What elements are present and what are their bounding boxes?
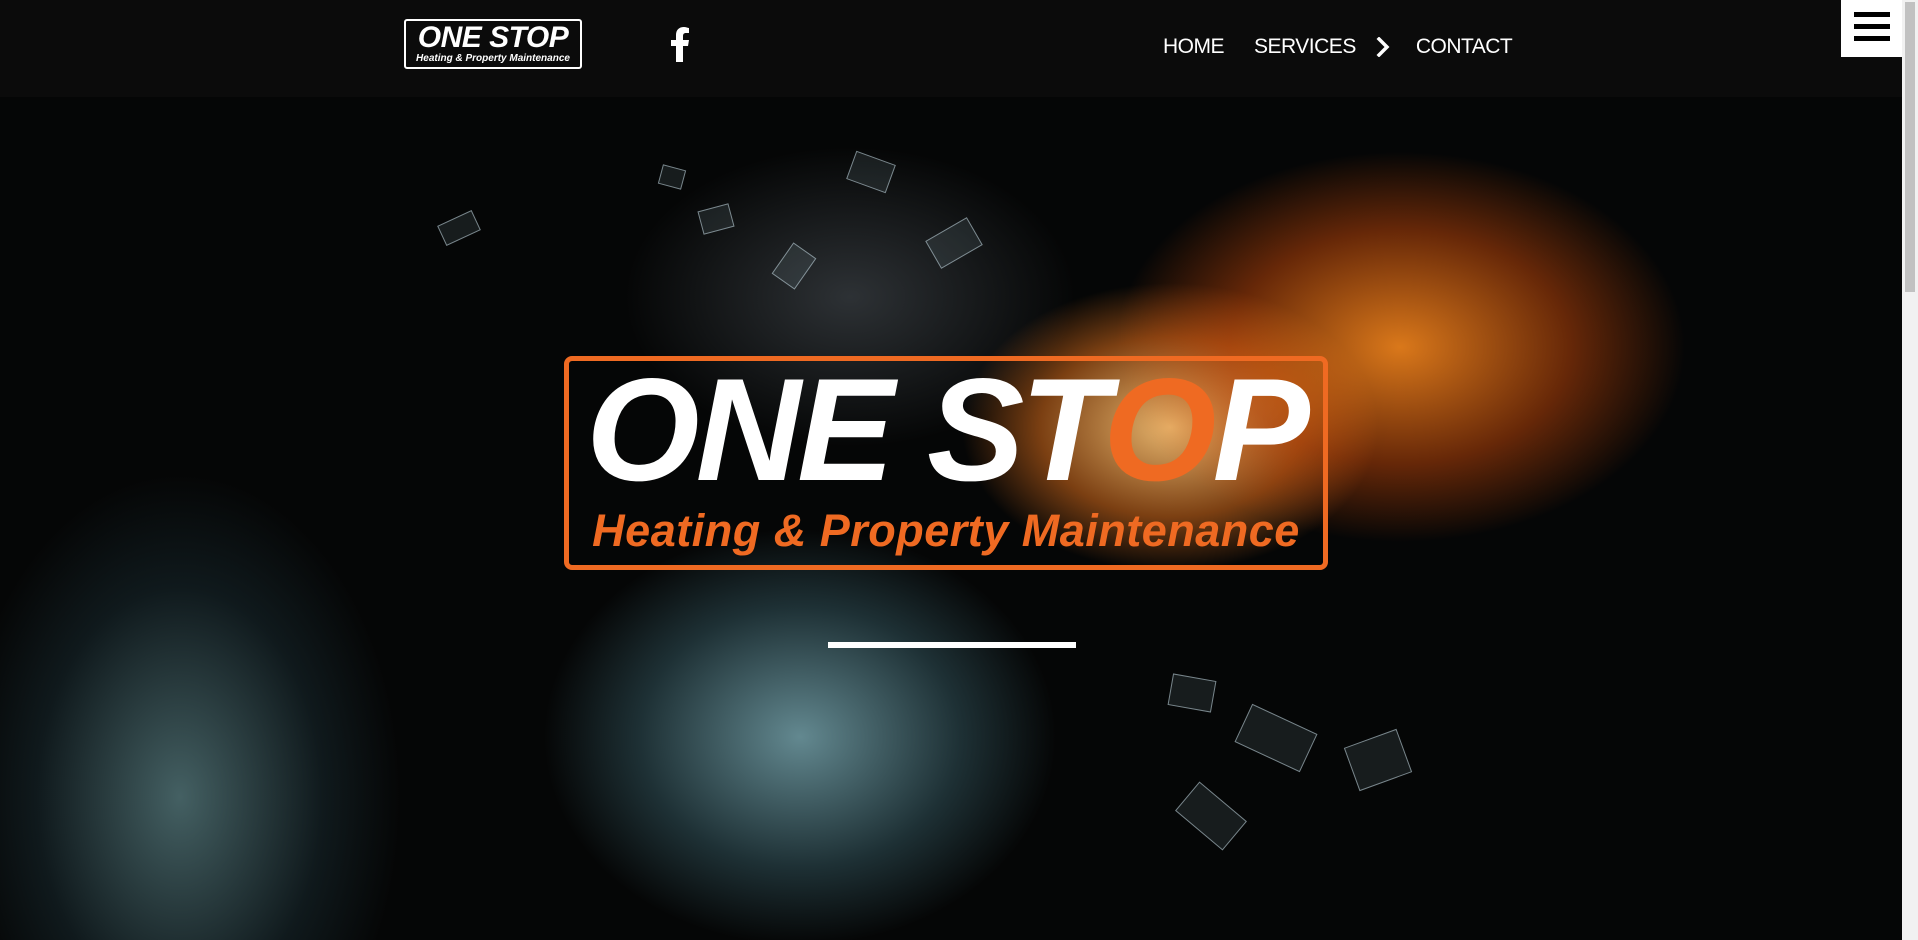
hero-title-part2: P [1212, 348, 1310, 511]
ice-shard [1167, 673, 1217, 713]
hero-logo-tagline: Heating & Property Maintenance [592, 505, 1300, 556]
header-logo[interactable]: ONE STOP Heating & Property Maintenance [404, 19, 582, 69]
scrollbar[interactable] [1902, 0, 1918, 940]
hero-title-part1: ONE ST [586, 348, 1107, 511]
menu-line [1854, 36, 1890, 41]
site-header: ONE STOP Heating & Property Maintenance … [0, 0, 1902, 97]
flame-o-icon: O [1102, 348, 1217, 511]
facebook-icon[interactable] [666, 26, 694, 62]
ice-shard [925, 217, 983, 269]
ice-shard [1234, 703, 1318, 773]
scrollbar-thumb[interactable] [1905, 2, 1915, 292]
menu-line [1854, 24, 1890, 29]
ice-shard [697, 203, 735, 235]
nav-services[interactable]: SERVICES [1254, 33, 1356, 61]
ice-shard [437, 210, 481, 246]
hero-divider [828, 642, 1076, 648]
ice-shard [846, 150, 896, 194]
ice-shard [1175, 781, 1247, 851]
ice-shard [657, 164, 687, 190]
main-nav: HOME SERVICES CONTACT [1163, 33, 1513, 61]
nav-contact[interactable]: CONTACT [1416, 33, 1513, 61]
hero-logo: ONE STOP Heating & Property Maintenance [564, 355, 1328, 570]
header-logo-tagline: Heating & Property Maintenance [416, 53, 570, 64]
ice-shard [771, 242, 817, 290]
menu-line [1854, 12, 1890, 17]
chevron-right-icon[interactable] [1370, 33, 1396, 61]
header-logo-title: ONE STOP [417, 21, 569, 54]
hero-logo-title: ONE STOP [569, 355, 1323, 505]
hamburger-menu-icon[interactable] [1841, 0, 1902, 57]
nav-home[interactable]: HOME [1163, 33, 1225, 61]
ice-shard [1343, 728, 1413, 792]
